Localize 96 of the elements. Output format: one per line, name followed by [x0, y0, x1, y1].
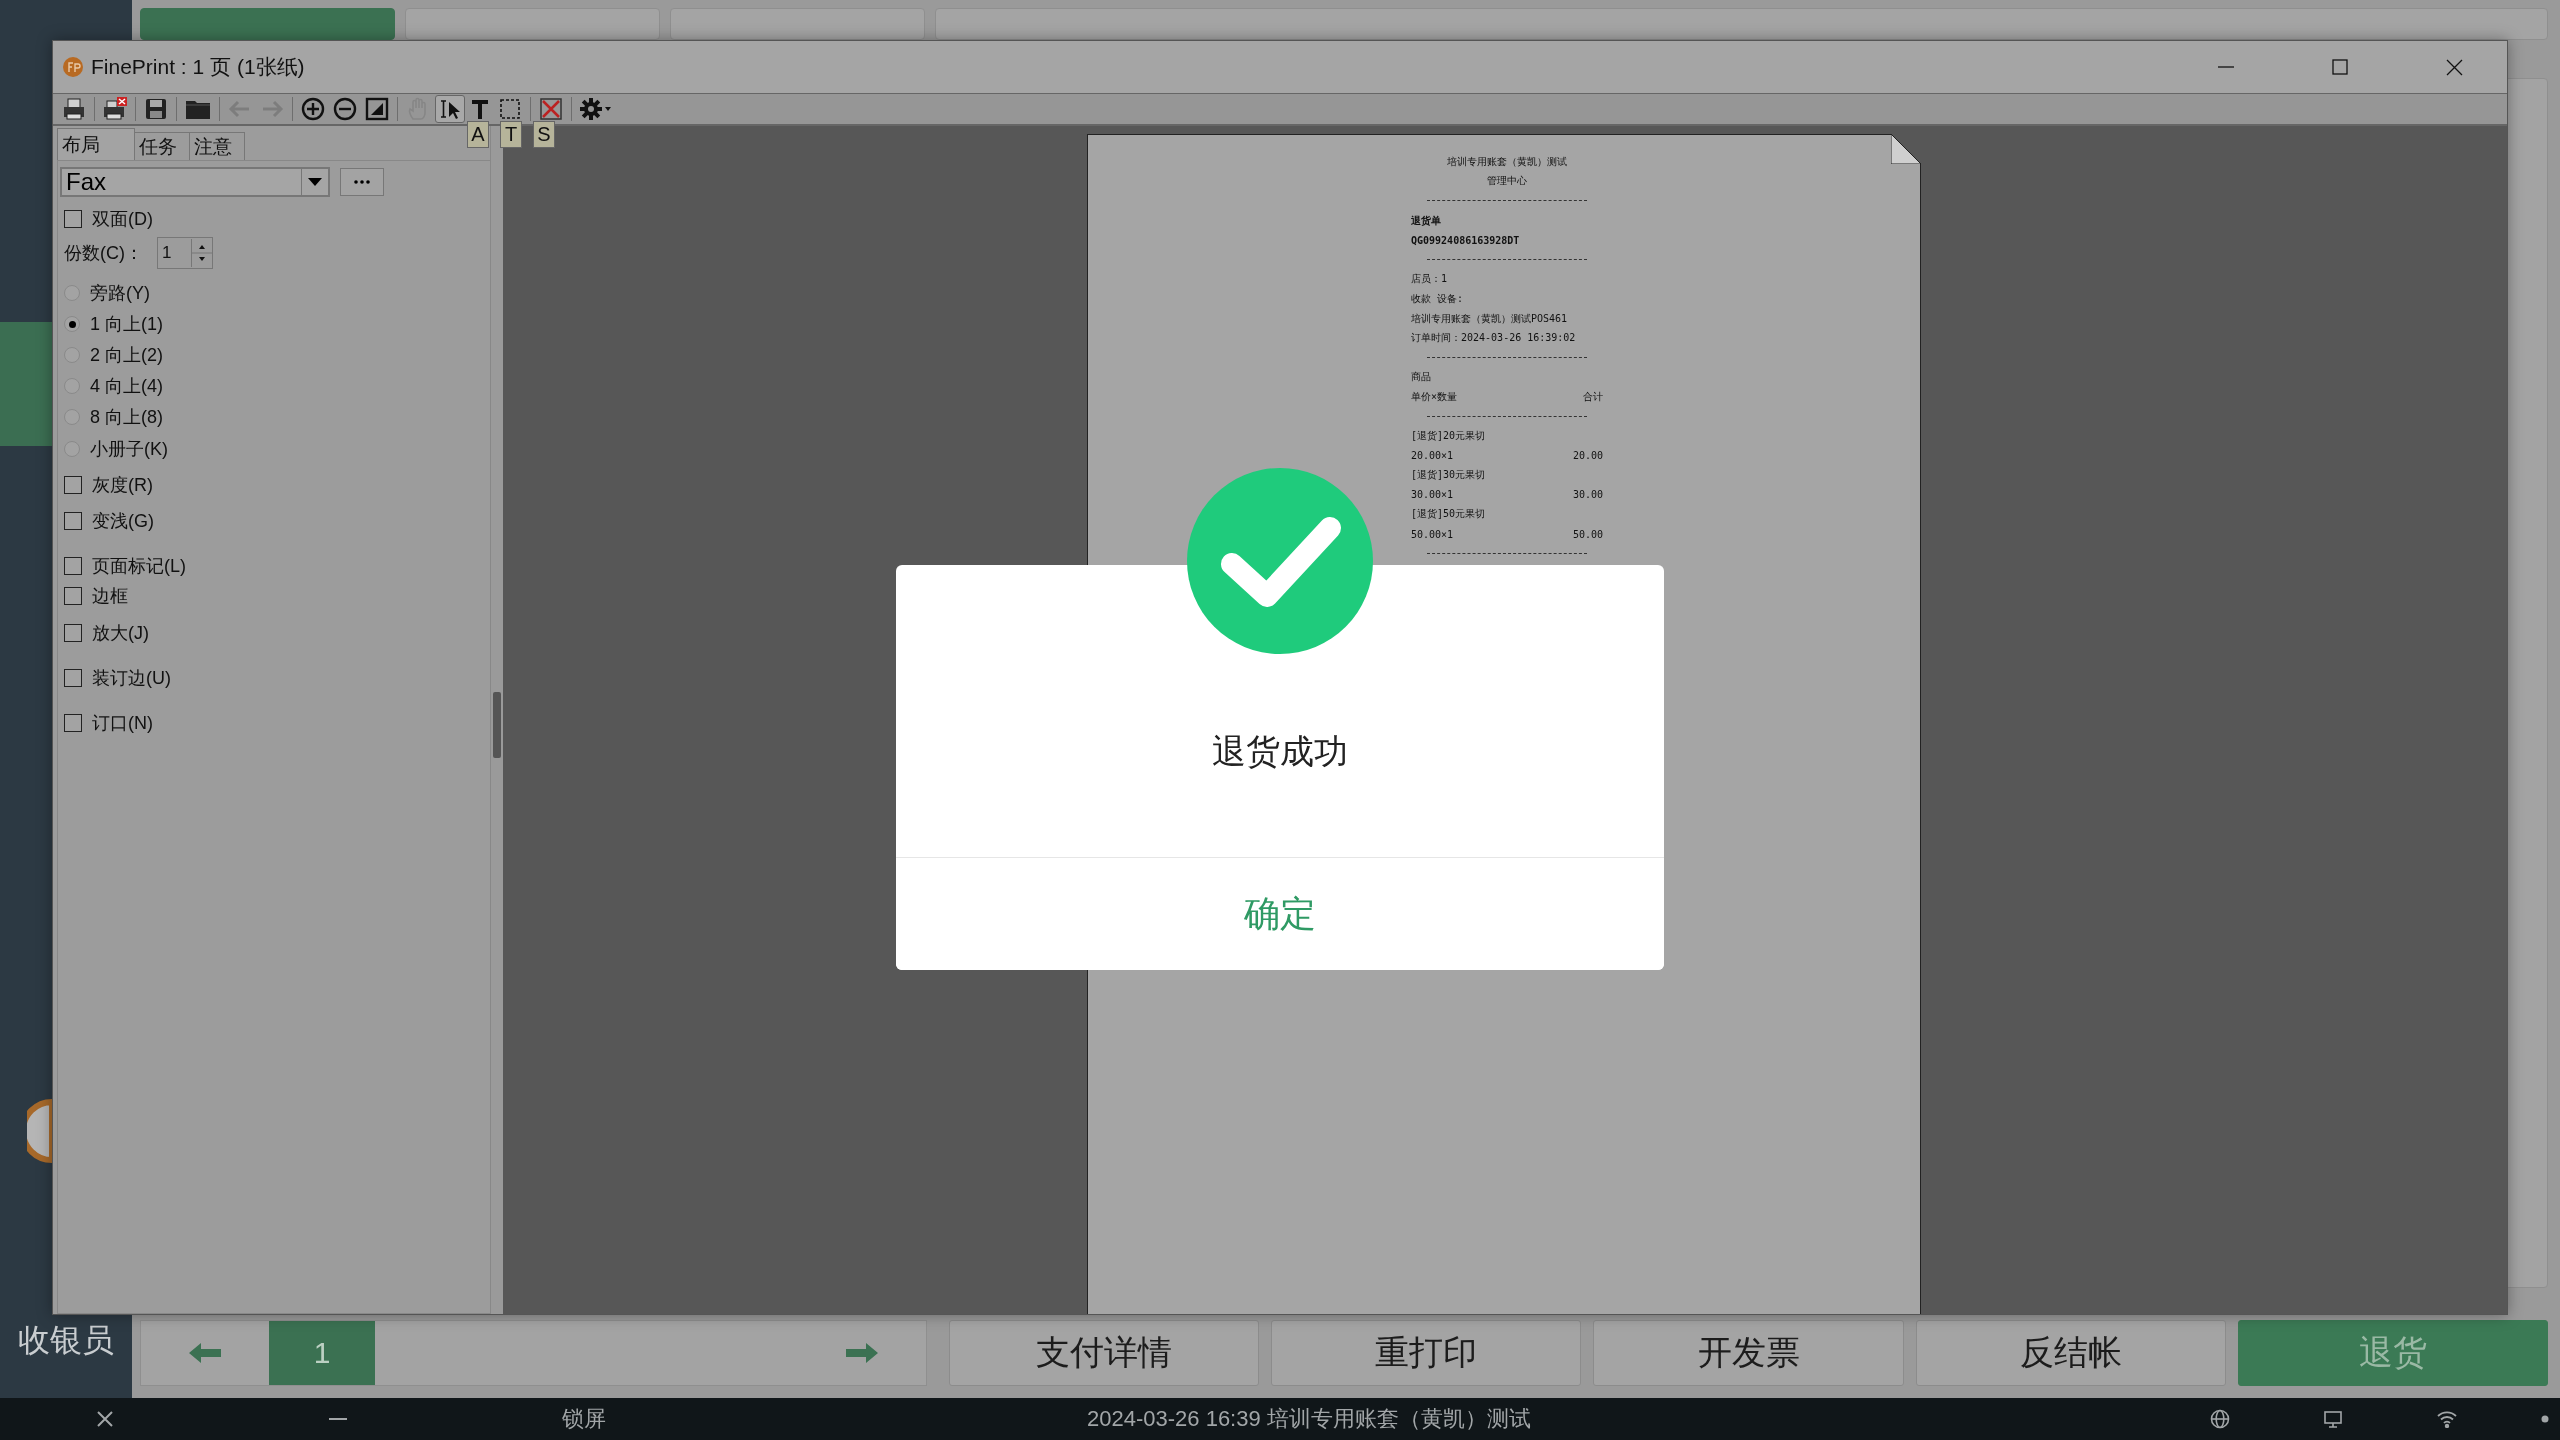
avatar-icon[interactable] [27, 1098, 52, 1164]
dialog-message: 退货成功 [1212, 731, 1348, 772]
wifi-icon[interactable] [2436, 1410, 2458, 1428]
text-icon [470, 97, 490, 121]
save-icon [144, 97, 168, 121]
receipt-item: 20.00×1 [1411, 450, 1454, 462]
receipt-amount: 合计 [1583, 389, 1603, 404]
delete-icon [539, 97, 563, 121]
receipt-item: 单价×数量 [1411, 389, 1458, 404]
text-cursor-icon [438, 97, 462, 121]
shortcut-key-tooltip: S [533, 121, 555, 148]
arrow-left-icon [187, 1340, 223, 1366]
printer-cross-icon [103, 97, 127, 121]
action-button[interactable]: 开发票 [1593, 1320, 1904, 1386]
settings-icon [580, 97, 612, 121]
receipt-line: QG09924086163928DT [1411, 233, 1521, 248]
zoom-in-icon [301, 97, 325, 121]
minimize-icon[interactable] [329, 1417, 347, 1421]
receipt-line: [退货]50元果切 [1411, 507, 1487, 522]
arrow-right-icon [844, 1340, 880, 1366]
zoom-out-icon [333, 97, 357, 121]
option-label: 装订边(U) [92, 667, 171, 690]
option-label: 页面标记(L) [92, 555, 186, 578]
panel-tab[interactable]: 注意 [189, 132, 245, 160]
toolbar-button[interactable] [435, 95, 465, 123]
monitor-icon[interactable] [2323, 1409, 2343, 1429]
action-button[interactable]: 反结帐 [1915, 1320, 2226, 1386]
receipt-line: 退货单 [1411, 213, 1442, 228]
receipt-line: 管理中心 [1486, 174, 1528, 189]
receipt-line: 培训专用账套（黄凯）测试 [1446, 154, 1568, 169]
dropdown-caret-icon [308, 178, 322, 186]
user-label: 收银员 [18, 1321, 114, 1360]
printer-dropdown[interactable]: Fax [60, 167, 330, 197]
close-icon [2445, 58, 2463, 76]
receipt-line: 商品 [1411, 370, 1432, 385]
more-button[interactable] [340, 168, 384, 196]
lock-screen-button[interactable]: 锁屏 [562, 1404, 606, 1434]
option-label: 放大(J) [92, 622, 149, 645]
option-label: 4 向上(4) [90, 375, 163, 398]
receipt-amount: 20.00 [1572, 450, 1603, 462]
option-label: 边框 [92, 585, 128, 608]
confirm-button[interactable]: 确定 [896, 857, 1664, 970]
receipt-amount: 50.00 [1572, 528, 1603, 540]
action-button[interactable]: 重打印 [1271, 1320, 1582, 1386]
receipt-line: [退货]30元果切 [1411, 468, 1487, 483]
checkbox[interactable] [64, 512, 82, 530]
close-icon[interactable] [96, 1410, 114, 1428]
fit-page-icon [365, 97, 389, 121]
checkbox[interactable] [64, 210, 82, 228]
app-logo-icon [63, 57, 83, 77]
checkbox[interactable] [64, 587, 82, 605]
receipt-item: 50.00×1 [1411, 528, 1454, 540]
radio-button[interactable] [64, 285, 80, 301]
splitter-handle[interactable] [493, 692, 501, 758]
receipt-line: 店员：1 [1411, 272, 1449, 287]
receipt-line: 培训专用账套（黄凯）测试POS461 [1411, 311, 1569, 326]
checkbox[interactable] [64, 714, 82, 732]
window-title: FinePrint : 1 页 (1张纸) [91, 54, 305, 80]
option-label: 变浅(G) [92, 510, 154, 533]
checkbox[interactable] [64, 557, 82, 575]
receipt-line: 收款 设备: [1411, 291, 1465, 306]
notification-dot-icon[interactable] [2541, 1415, 2549, 1423]
action-button[interactable]: 支付详情 [949, 1320, 1260, 1386]
option-label: 双面(D) [92, 208, 153, 231]
maximize-icon [2332, 59, 2348, 75]
panel-tab[interactable]: 布局 [57, 128, 135, 160]
option-label: 份数(C)： [64, 242, 143, 265]
radio-button[interactable] [64, 347, 80, 363]
status-text: 2024-03-26 16:39 培训专用账套（黄凯）测试 [1087, 1405, 1531, 1433]
option-label: 旁路(Y) [90, 282, 150, 305]
option-label: 8 向上(8) [90, 406, 163, 429]
radio-button[interactable] [64, 316, 80, 332]
globe-icon[interactable] [2210, 1409, 2230, 1429]
radio-button[interactable] [64, 441, 80, 457]
receipt-amount: 30.00 [1572, 489, 1603, 501]
minimize-icon [2218, 66, 2234, 68]
ellipsis-icon [354, 180, 370, 184]
receipt-item: 30.00×1 [1411, 489, 1454, 501]
selection-rectangle-icon [498, 97, 522, 121]
page-number: 1 [269, 1321, 375, 1385]
checkbox[interactable] [64, 476, 82, 494]
radio-button[interactable] [64, 378, 80, 394]
receipt-line: 订单时间：2024-03-26 16:39:02 [1411, 331, 1577, 346]
shortcut-key-tooltip: T [500, 121, 522, 148]
checkbox[interactable] [64, 669, 82, 687]
radio-button[interactable] [64, 409, 80, 425]
option-label: 2 向上(2) [90, 344, 163, 367]
option-label: 灰度(R) [92, 474, 153, 497]
option-label: 订口(N) [92, 712, 153, 735]
checkbox[interactable] [64, 624, 82, 642]
option-label: 小册子(K) [90, 438, 168, 461]
copies-field[interactable]: 1 [157, 237, 213, 269]
printer-icon [62, 97, 86, 121]
receipt-line: [退货]20元果切 [1411, 429, 1487, 444]
shortcut-key-tooltip: A [467, 121, 489, 148]
option-label: 1 向上(1) [90, 313, 163, 336]
